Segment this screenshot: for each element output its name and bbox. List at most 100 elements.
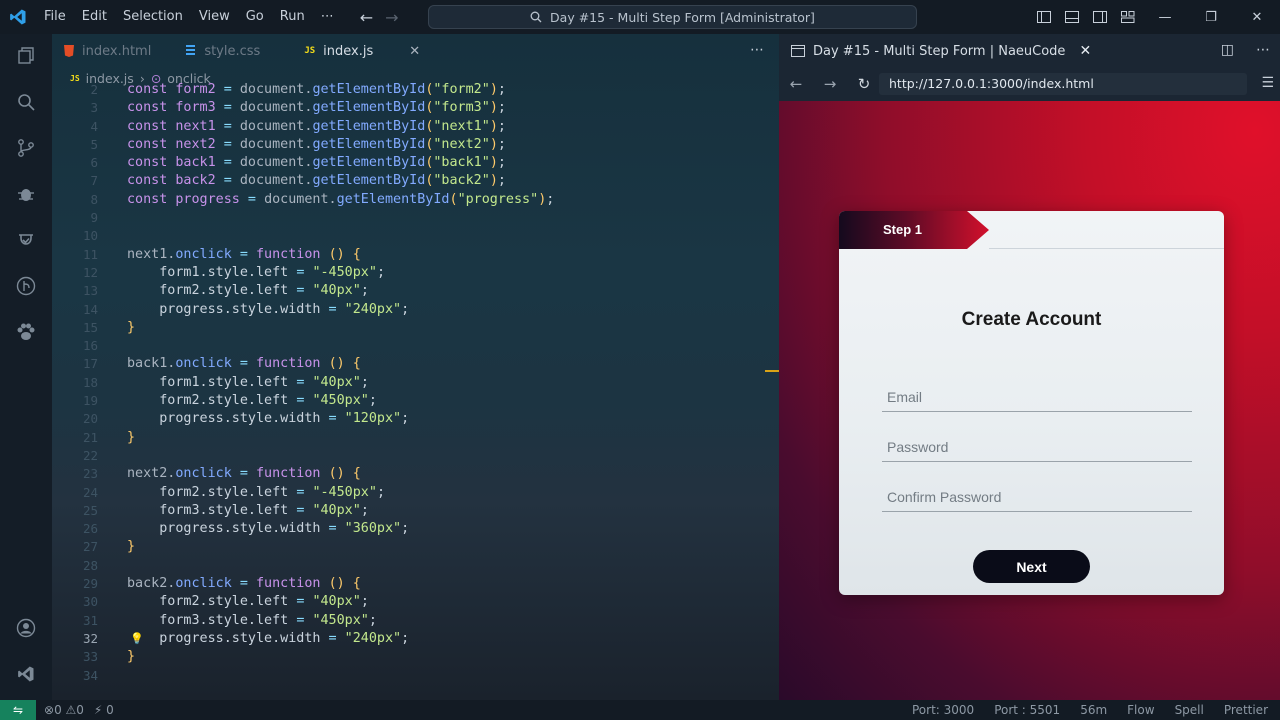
email-field[interactable] xyxy=(882,382,1192,412)
menu-more[interactable]: ⋯ xyxy=(313,0,342,34)
run-debug-icon[interactable] xyxy=(14,182,38,206)
code-line[interactable]: 34 xyxy=(52,667,779,685)
code-text: form1.style.left = "-450px"; xyxy=(127,264,385,280)
menu-selection[interactable]: Selection xyxy=(115,0,191,34)
forward-arrow-icon[interactable]: → xyxy=(385,8,398,27)
lightbulb-icon[interactable]: 💡 xyxy=(130,632,144,645)
back-arrow-icon[interactable]: ← xyxy=(360,8,373,27)
code-line[interactable]: 17 back1.onclick = function () { xyxy=(52,355,779,373)
code-line[interactable]: 33} xyxy=(52,648,779,666)
line-number: 29 xyxy=(82,576,98,592)
code-line[interactable]: 5 const next2 = document.getElementById("… xyxy=(52,136,779,154)
split-editor-icon[interactable]: ◫ xyxy=(1221,42,1234,58)
command-center[interactable]: Day #15 - Multi Step Form [Administrator… xyxy=(428,5,917,29)
source-control-icon[interactable] xyxy=(14,136,38,160)
code-text: back1.onclick = function () { xyxy=(127,356,361,372)
code-line[interactable]: 20 progress.style.width = "120px"; xyxy=(52,410,779,428)
tab-index-html[interactable]: index.html xyxy=(52,34,163,68)
minimize-icon[interactable]: — xyxy=(1142,10,1188,25)
toggle-secondary-sidebar-icon[interactable] xyxy=(1086,11,1114,23)
code-line[interactable]: 29 back2.onclick = function () { xyxy=(52,575,779,593)
code-line[interactable]: 19 form2.style.left = "450px"; xyxy=(52,392,779,410)
code-line[interactable]: 15} xyxy=(52,319,779,337)
code-line[interactable]: 9 xyxy=(52,209,779,227)
code-line[interactable]: 21} xyxy=(52,429,779,447)
problems-indicator[interactable]: ⊗0 ⚠0 xyxy=(44,703,84,717)
git-graph-icon[interactable] xyxy=(14,274,38,298)
code-line[interactable]: 11 next1.onclick = function () { xyxy=(52,246,779,264)
code-line[interactable]: 18 form1.style.left = "40px"; xyxy=(52,374,779,392)
code-line[interactable]: 22 xyxy=(52,447,779,465)
more-actions-icon[interactable]: ⋯ xyxy=(1256,42,1270,58)
testing-icon[interactable] xyxy=(14,228,38,252)
menu-run[interactable]: Run xyxy=(272,0,313,34)
menu-view[interactable]: View xyxy=(191,0,238,34)
search-icon[interactable] xyxy=(14,90,38,114)
code-line[interactable]: 31 form3.style.left = "450px"; xyxy=(52,612,779,630)
code-line[interactable]: 30 form2.style.left = "40px"; xyxy=(52,593,779,611)
code-line[interactable]: 32 progress.style.width = "240px"; 💡 xyxy=(52,630,779,648)
line-number: 4 xyxy=(90,118,98,134)
customize-layout-icon[interactable] xyxy=(1114,11,1142,23)
code-line[interactable]: 26 progress.style.width = "360px"; xyxy=(52,520,779,538)
ports-indicator[interactable]: ⚡ 0 xyxy=(94,703,114,717)
prettier-status[interactable]: Prettier xyxy=(1224,703,1268,717)
code-line[interactable]: 16 xyxy=(52,337,779,355)
code-line[interactable]: 24 form2.style.left = "-450px"; xyxy=(52,484,779,502)
menu-edit[interactable]: Edit xyxy=(74,0,115,34)
live-server-port[interactable]: Port: 3000 xyxy=(912,703,974,717)
next-button[interactable]: Next xyxy=(973,550,1090,583)
code-line[interactable]: 10 xyxy=(52,227,779,245)
code-editor[interactable]: 2 const form2 = document.getElementById("… xyxy=(52,81,779,685)
browser-back-icon[interactable]: ← xyxy=(779,75,813,93)
toggle-panel-icon[interactable] xyxy=(1058,11,1086,23)
code-line[interactable]: 23 next2.onclick = function () { xyxy=(52,465,779,483)
code-line[interactable]: 7 const back2 = document.getElementById("… xyxy=(52,172,779,190)
history-nav: ← → xyxy=(360,8,399,27)
code-line[interactable]: 25 form3.style.left = "40px"; xyxy=(52,502,779,520)
explorer-icon[interactable] xyxy=(14,44,38,68)
menu-file[interactable]: File xyxy=(36,0,74,34)
vscode-manage-icon[interactable] xyxy=(14,662,38,686)
live-server-port-2[interactable]: Port : 5501 xyxy=(994,703,1060,717)
reload-icon[interactable]: ↻ xyxy=(847,75,881,93)
close-tab-icon[interactable]: ✕ xyxy=(409,44,420,59)
restore-icon[interactable]: ❐ xyxy=(1188,10,1234,25)
code-line[interactable]: 3 const form3 = document.getElementById("… xyxy=(52,99,779,117)
more-actions-icon[interactable]: ⋯ xyxy=(750,42,765,58)
browser-tab[interactable]: Day #15 - Multi Step Form | NaeuCode ✕ xyxy=(779,43,1091,59)
line-number: 34 xyxy=(82,667,98,683)
line-number: 3 xyxy=(90,100,98,116)
flow-status[interactable]: Flow xyxy=(1127,703,1154,717)
close-browser-tab-icon[interactable]: ✕ xyxy=(1079,43,1091,59)
tab-index-js[interactable]: JS index.js ✕ xyxy=(292,34,432,68)
remote-indicator-icon[interactable]: ⇋ xyxy=(0,700,36,720)
line-number: 20 xyxy=(82,411,98,427)
close-window-icon[interactable]: ✕ xyxy=(1234,10,1280,25)
code-line[interactable]: 8 const progress = document.getElementByI… xyxy=(52,191,779,209)
code-text: } xyxy=(127,649,136,665)
code-text: back2.onclick = function () { xyxy=(127,576,361,592)
code-line[interactable]: 4 const next1 = document.getElementById("… xyxy=(52,118,779,136)
extensions-paw-icon[interactable] xyxy=(14,320,38,344)
toggle-sidebar-icon[interactable] xyxy=(1030,11,1058,23)
code-line[interactable]: 2 const form2 = document.getElementById("… xyxy=(52,81,779,99)
password-field[interactable] xyxy=(882,432,1192,462)
time-tracker[interactable]: 56m xyxy=(1080,703,1107,717)
confirm-password-field[interactable] xyxy=(882,482,1192,512)
url-input[interactable]: http://127.0.0.1:3000/index.html xyxy=(879,73,1247,95)
code-line[interactable]: 14 progress.style.width = "240px"; xyxy=(52,301,779,319)
code-line[interactable]: 12 form1.style.left = "-450px"; xyxy=(52,264,779,282)
code-line[interactable]: 28 xyxy=(52,557,779,575)
menu-go[interactable]: Go xyxy=(238,0,272,34)
code-line[interactable]: 27} xyxy=(52,538,779,556)
account-icon[interactable] xyxy=(14,616,38,640)
tab-style-css[interactable]: style.css xyxy=(173,34,272,68)
code-line[interactable]: 13 form2.style.left = "40px"; xyxy=(52,282,779,300)
code-text: const back2 = document.getElementById("b… xyxy=(127,173,506,189)
hamburger-menu-icon[interactable]: ☰ xyxy=(1261,75,1274,91)
vscode-logo-icon[interactable] xyxy=(0,0,36,34)
browser-forward-icon[interactable]: → xyxy=(813,75,847,93)
code-line[interactable]: 6 const back1 = document.getElementById("… xyxy=(52,154,779,172)
spell-status[interactable]: Spell xyxy=(1175,703,1204,717)
